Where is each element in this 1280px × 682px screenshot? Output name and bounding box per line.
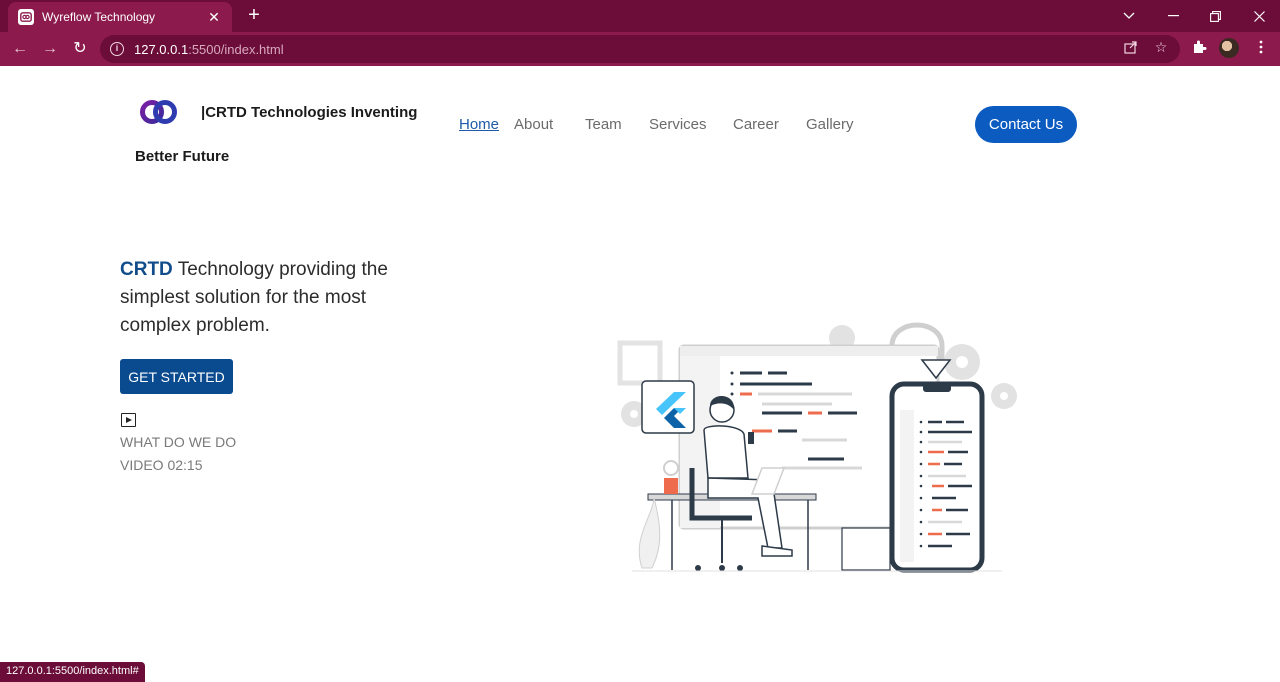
restore-icon[interactable] <box>1194 0 1236 32</box>
url-path: :5500/index.html <box>188 41 284 57</box>
minimize-icon[interactable] <box>1152 0 1194 32</box>
site-info-icon[interactable]: i <box>110 42 124 56</box>
contact-us-button[interactable]: Contact Us <box>975 106 1077 143</box>
extensions-icon[interactable] <box>1189 39 1209 58</box>
tab-title: Wyreflow Technology <box>42 10 156 24</box>
browser-toolbar: ← → ↻ i 127.0.0.1:5500/index.html <box>0 32 1280 66</box>
nav-team[interactable]: Team <box>585 116 622 133</box>
nav-services[interactable]: Services <box>649 116 707 133</box>
url-host: 127.0.0.1 <box>134 41 189 57</box>
get-started-button[interactable]: GET STARTED <box>120 359 233 394</box>
nav-home[interactable]: Home <box>459 116 499 133</box>
nav-about[interactable]: About <box>514 116 553 133</box>
favicon-icon <box>18 9 34 25</box>
forward-icon[interactable]: → <box>40 39 60 59</box>
video-title: WHAT DO WE DO <box>120 434 237 450</box>
browser-tab[interactable]: Wyreflow Technology ✕ <box>8 2 232 32</box>
play-video-icon[interactable] <box>121 413 136 427</box>
brand-name: |CRTD Technologies Inventing <box>201 104 418 121</box>
tab-search-icon[interactable] <box>1108 0 1150 32</box>
profile-avatar[interactable] <box>1219 38 1239 58</box>
hero-headline: CRTD Technology providing the simplest s… <box>120 256 420 340</box>
developer-illustration <box>617 322 1017 573</box>
web-page: |CRTD Technologies Inventing Better Futu… <box>0 66 1280 682</box>
brand-tagline: Better Future <box>135 148 230 165</box>
hero-accent: CRTD <box>120 259 173 280</box>
more-menu-icon[interactable] <box>1251 40 1271 58</box>
reload-icon[interactable]: ↻ <box>70 39 90 59</box>
back-icon[interactable]: ← <box>10 39 30 59</box>
nav-gallery[interactable]: Gallery <box>806 116 854 133</box>
browser-tab-bar: Wyreflow Technology ✕ + <box>0 0 1280 32</box>
share-icon[interactable] <box>1122 40 1140 57</box>
brand-logo-icon[interactable] <box>138 96 180 128</box>
video-duration: VIDEO 02:15 <box>120 457 203 473</box>
close-tab-icon[interactable]: ✕ <box>206 9 222 26</box>
new-tab-icon[interactable]: + <box>244 5 264 25</box>
status-bar-url: 127.0.0.1:5500/index.html# <box>0 662 145 682</box>
nav-career[interactable]: Career <box>733 116 779 133</box>
bookmark-star-icon[interactable]: ☆ <box>1152 39 1170 56</box>
address-bar[interactable]: i 127.0.0.1:5500/index.html <box>100 35 1180 63</box>
close-window-icon[interactable] <box>1238 0 1280 32</box>
url-text: 127.0.0.1:5500/index.html <box>134 42 284 57</box>
